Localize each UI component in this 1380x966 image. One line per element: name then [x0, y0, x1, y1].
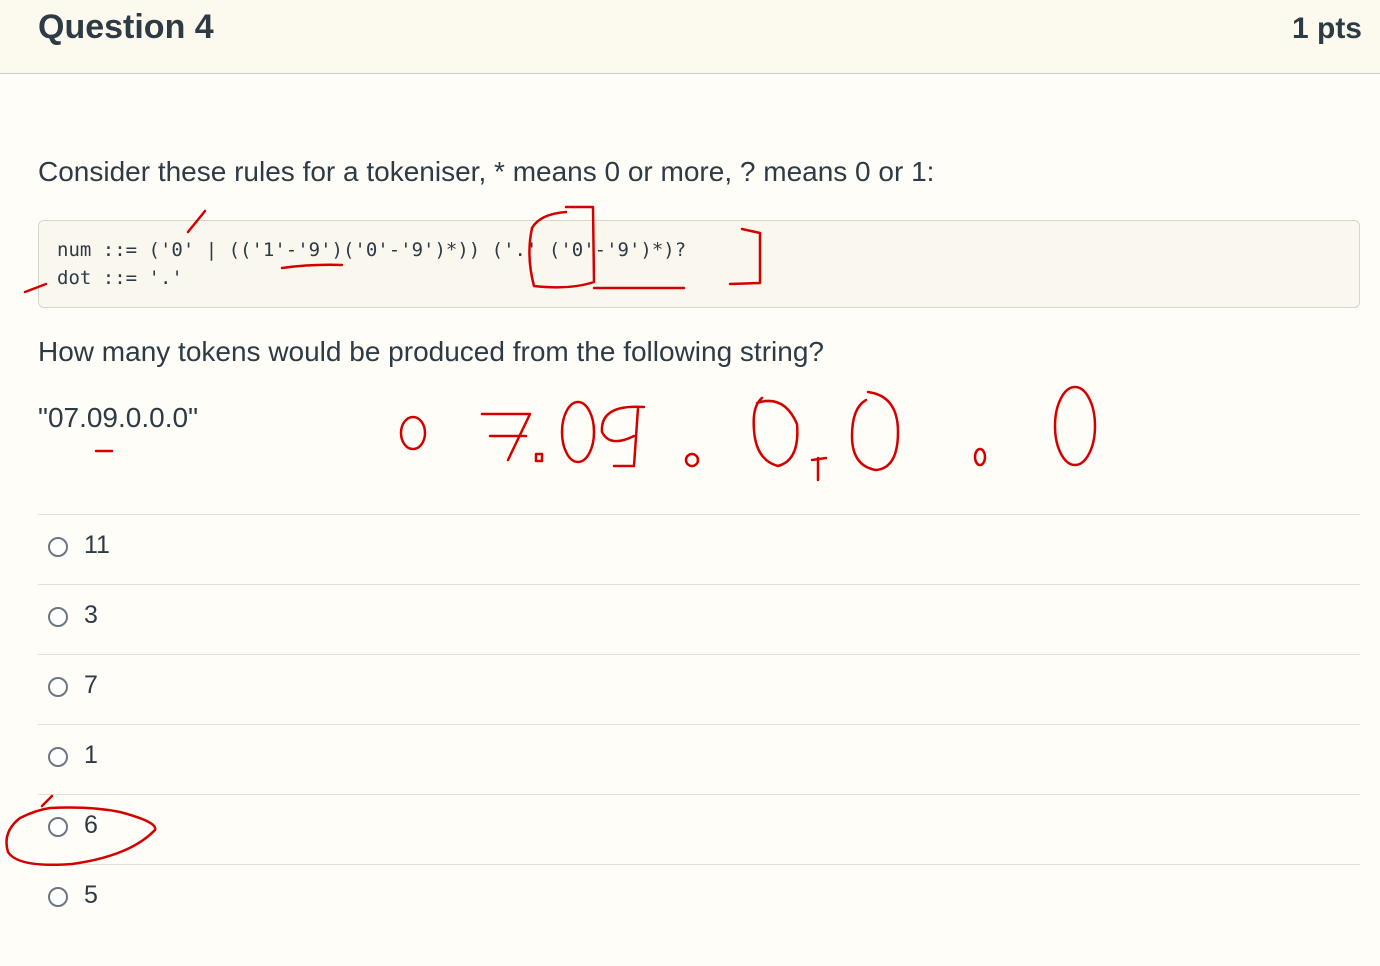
- question-title: Question 4: [38, 8, 214, 46]
- answer-label: 6: [84, 811, 98, 839]
- code-line-num: num ::= ('0' | (('1'-'9')('0'-'9')*)) ('…: [57, 239, 687, 261]
- annotation-token-09-zero: [560, 400, 596, 464]
- answer-option[interactable]: 3: [38, 584, 1360, 654]
- annotation-token-7: [480, 412, 532, 462]
- radio-button[interactable]: [48, 817, 68, 837]
- annotation-token-0: [399, 415, 427, 451]
- question-points: 1 pts: [1291, 12, 1362, 45]
- annotation-token-zero-3: [1053, 385, 1097, 467]
- annotation-token-zero-1: [752, 396, 799, 468]
- radio-button[interactable]: [48, 537, 68, 557]
- annotation-token-dot-3: [810, 456, 828, 482]
- answer-option[interactable]: 7: [38, 654, 1360, 724]
- answer-label: 3: [84, 601, 98, 629]
- code-line-dot: dot ::= '.': [57, 267, 183, 289]
- question-prompt-intro: Consider these rules for a tokeniser, * …: [38, 156, 935, 187]
- answer-label: 7: [84, 671, 98, 699]
- answer-label: 5: [84, 881, 98, 909]
- answer-option[interactable]: 6: [38, 794, 1360, 864]
- answer-option[interactable]: 1: [38, 724, 1360, 794]
- annotation-token-dot-2: [684, 452, 700, 468]
- annotation-token-zero-2: [850, 390, 900, 472]
- annotation-token-09-nine: [600, 405, 646, 468]
- code-block: num ::= ('0' | (('1'-'9')('0'-'9')*)) ('…: [38, 220, 1360, 308]
- answer-option[interactable]: 5: [38, 864, 1360, 934]
- annotation-token-dot-1: [534, 452, 544, 463]
- annotation-token-dot-4: [973, 447, 987, 467]
- answer-label: 11: [84, 531, 110, 559]
- question-header: Question 4 1 pts: [0, 0, 1380, 74]
- radio-button[interactable]: [48, 677, 68, 697]
- quiz-page: Question 4 1 pts Consider these rules fo…: [0, 0, 1380, 966]
- question-prompt: How many tokens would be produced from t…: [38, 336, 824, 367]
- radio-button[interactable]: [48, 747, 68, 767]
- answer-list: 11 3 7 1 6 5: [38, 514, 1360, 934]
- radio-button[interactable]: [48, 887, 68, 907]
- radio-button[interactable]: [48, 607, 68, 627]
- answer-label: 1: [84, 741, 98, 769]
- input-string: "07.09.0.0.0": [38, 402, 199, 433]
- answer-option[interactable]: 11: [38, 514, 1360, 584]
